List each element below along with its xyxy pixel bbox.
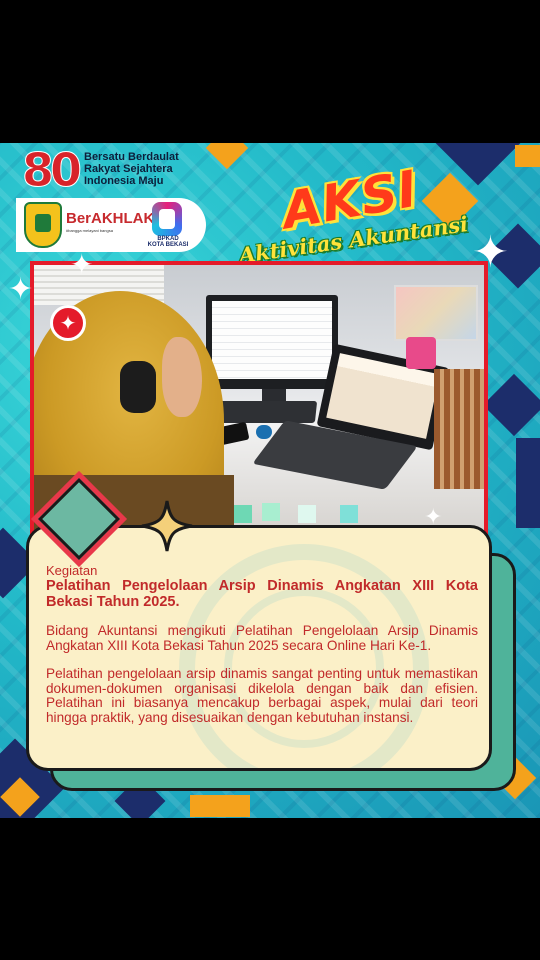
bpkad-label: BPKAD KOTA BEKASI xyxy=(146,236,190,248)
photo-mouse xyxy=(256,425,272,439)
info-card: Kegiatan Pelatihan Pengelolaan Arsip Din… xyxy=(26,525,492,771)
anniversary-tagline: Bersatu Berdaulat Rakyat Sejahtera Indon… xyxy=(84,151,204,187)
poster: 80 Bersatu Berdaulat Rakyat Sejahtera In… xyxy=(0,143,540,818)
deco-square xyxy=(262,503,280,521)
tagline-line: Rakyat Sejahtera xyxy=(84,163,173,175)
four-point-star-icon xyxy=(141,500,193,552)
photo-books xyxy=(434,369,484,489)
deco-square xyxy=(190,795,250,817)
anniversary-80-text: 80 xyxy=(22,143,83,197)
bpkad-b-logo-icon xyxy=(152,202,182,236)
bekasi-crest-icon xyxy=(24,202,62,248)
activity-photo xyxy=(30,261,488,537)
bpkad-city: KOTA BEKASI xyxy=(147,242,189,248)
photo-pink-box xyxy=(406,337,436,369)
deco-square xyxy=(340,505,358,523)
deco-diamond xyxy=(482,373,540,437)
tagline-line: Indonesia Maju xyxy=(84,175,164,187)
tagline-line: Bersatu Berdaulat xyxy=(84,151,179,163)
sparkle-icon: ✦ xyxy=(8,272,34,307)
info-card-text: Kegiatan Pelatihan Pengelolaan Arsip Din… xyxy=(46,564,478,739)
deco-square xyxy=(515,145,540,167)
category-label: Kegiatan xyxy=(46,563,98,578)
deco-square xyxy=(298,505,316,523)
deco-square xyxy=(516,438,540,528)
berakhlak-logo: BerAKHLAK xyxy=(66,210,155,227)
photo-headset-icon xyxy=(120,361,156,413)
paragraph-summary: Bidang Akuntansi mengikuti Pelatihan Pen… xyxy=(46,623,478,653)
sparkle-icon: ✦ xyxy=(472,227,509,278)
deco-square xyxy=(234,505,252,523)
sparkle-badge-icon: ✦ xyxy=(50,305,86,341)
photo-monitor-screen xyxy=(212,301,332,379)
deco-diamond xyxy=(205,143,249,170)
paragraph-detail: Pelatihan pengelolaan arsip dinamis sang… xyxy=(46,666,478,725)
activity-headline: Pelatihan Pengelolaan Arsip Dinamis Angk… xyxy=(46,578,478,610)
anniversary-80-logo: 80 xyxy=(22,143,83,197)
berakhlak-subtitle: #bangga melayani bangsa xyxy=(66,228,113,233)
sparkle-icon: ✦ xyxy=(70,248,94,281)
photo-wall-poster xyxy=(394,285,478,341)
logo-bar: BerAKHLAK #bangga melayani bangsa BPKAD … xyxy=(16,198,206,252)
